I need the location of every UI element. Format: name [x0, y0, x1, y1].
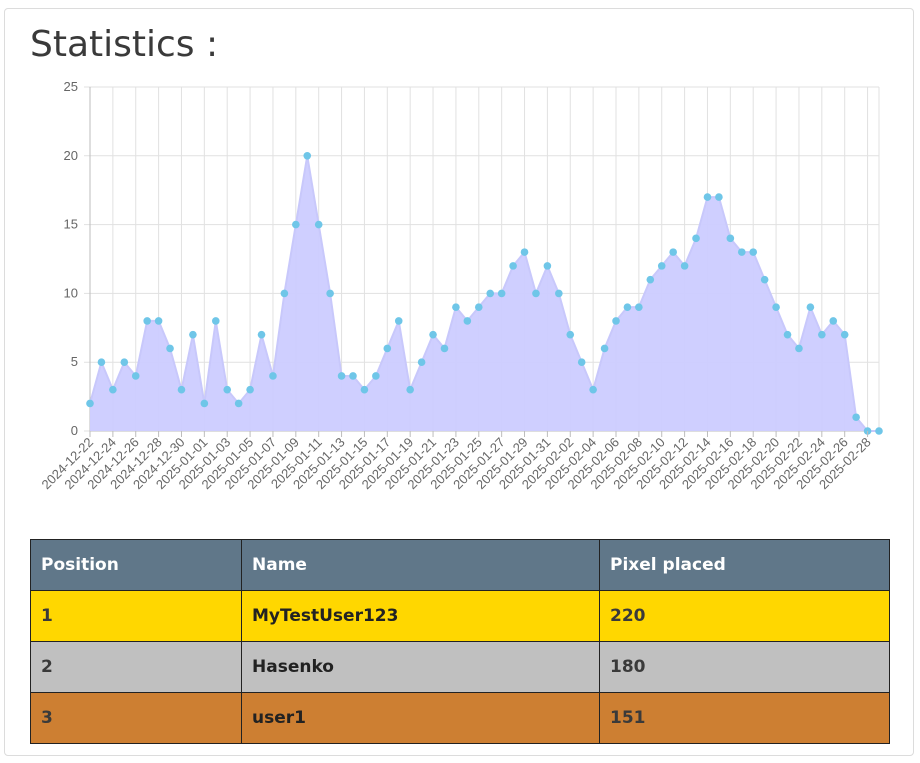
data-point [349, 372, 357, 380]
data-point [440, 344, 449, 353]
data-point [737, 248, 746, 256]
data-point [760, 275, 769, 284]
data-point [795, 344, 803, 353]
data-point [726, 234, 735, 243]
data-point [680, 262, 689, 270]
data-point [840, 330, 849, 339]
data-point [246, 385, 254, 394]
data-point [234, 399, 243, 408]
y-tick-label: 20 [64, 148, 78, 163]
y-tick-label: 5 [71, 354, 78, 369]
y-tick-label: 25 [64, 79, 78, 94]
data-point [772, 303, 780, 311]
data-point [818, 330, 826, 339]
data-point [120, 358, 129, 367]
data-point [703, 193, 712, 201]
data-point [600, 344, 609, 353]
cell-name: user1 [241, 692, 600, 744]
data-point [86, 399, 94, 408]
data-point [806, 303, 815, 311]
data-point [131, 372, 140, 380]
data-point [223, 385, 232, 394]
activity-chart: 05101520252024-12-222024-12-242024-12-26… [38, 79, 883, 492]
cell-name: MyTestUser123 [241, 590, 600, 642]
data-point [383, 344, 392, 353]
y-tick-label: 0 [71, 423, 78, 438]
data-point [109, 385, 117, 394]
data-point [829, 317, 838, 325]
cell-position: 2 [30, 641, 242, 693]
data-point [417, 358, 426, 367]
data-point [406, 385, 414, 394]
data-point [280, 289, 289, 298]
data-point [520, 248, 529, 256]
data-point [509, 262, 517, 270]
data-point [189, 330, 197, 339]
table-header-row: Position Name Pixel placed [30, 539, 890, 591]
data-point [589, 385, 597, 394]
table-row: 2 Hasenko 180 [30, 641, 890, 693]
data-point [257, 330, 266, 339]
data-point [715, 193, 723, 201]
data-point [314, 220, 323, 229]
data-point [749, 248, 758, 256]
data-point [211, 317, 220, 325]
y-tick-label: 15 [64, 217, 78, 232]
data-point [692, 234, 700, 243]
header-pixel-placed: Pixel placed [599, 539, 890, 591]
data-point [303, 152, 312, 160]
page-title: Statistics : [30, 24, 219, 65]
data-point [177, 385, 186, 394]
data-point [783, 330, 792, 339]
data-point [326, 289, 334, 298]
data-point [532, 289, 540, 298]
table-row: 3 user1 151 [30, 692, 890, 744]
header-position: Position [30, 539, 242, 591]
cell-pixels: 180 [599, 641, 890, 693]
data-point [852, 413, 860, 422]
y-tick-label: 10 [64, 285, 78, 300]
cell-pixels: 220 [599, 590, 890, 642]
data-point [337, 372, 346, 380]
data-point [635, 303, 643, 311]
data-point [372, 372, 380, 380]
data-point [143, 317, 151, 325]
data-point [543, 262, 552, 270]
data-point [875, 427, 883, 435]
data-point [200, 399, 209, 408]
data-point [360, 385, 369, 394]
leaderboard-table: Position Name Pixel placed 1 MyTestUser1… [30, 539, 890, 744]
data-point [555, 289, 563, 298]
data-point [497, 289, 506, 298]
data-point [463, 317, 472, 325]
cell-name: Hasenko [241, 641, 600, 693]
data-point [394, 317, 403, 325]
data-point [292, 220, 300, 229]
data-point [612, 317, 620, 325]
data-point [577, 358, 586, 367]
data-point [154, 317, 163, 325]
data-point [429, 330, 437, 339]
data-point [269, 372, 277, 380]
data-point [657, 262, 666, 270]
data-point [669, 248, 677, 256]
cell-position: 1 [30, 590, 242, 642]
data-point [623, 303, 632, 311]
data-point [566, 330, 575, 339]
data-point [474, 303, 483, 311]
data-point [166, 344, 174, 353]
data-point [486, 289, 495, 298]
cell-position: 3 [30, 692, 242, 744]
data-point [452, 303, 460, 311]
table-row: 1 MyTestUser123 220 [30, 590, 890, 642]
data-point [646, 275, 655, 284]
header-name: Name [241, 539, 600, 591]
cell-pixels: 151 [599, 692, 890, 744]
data-point [97, 358, 106, 367]
